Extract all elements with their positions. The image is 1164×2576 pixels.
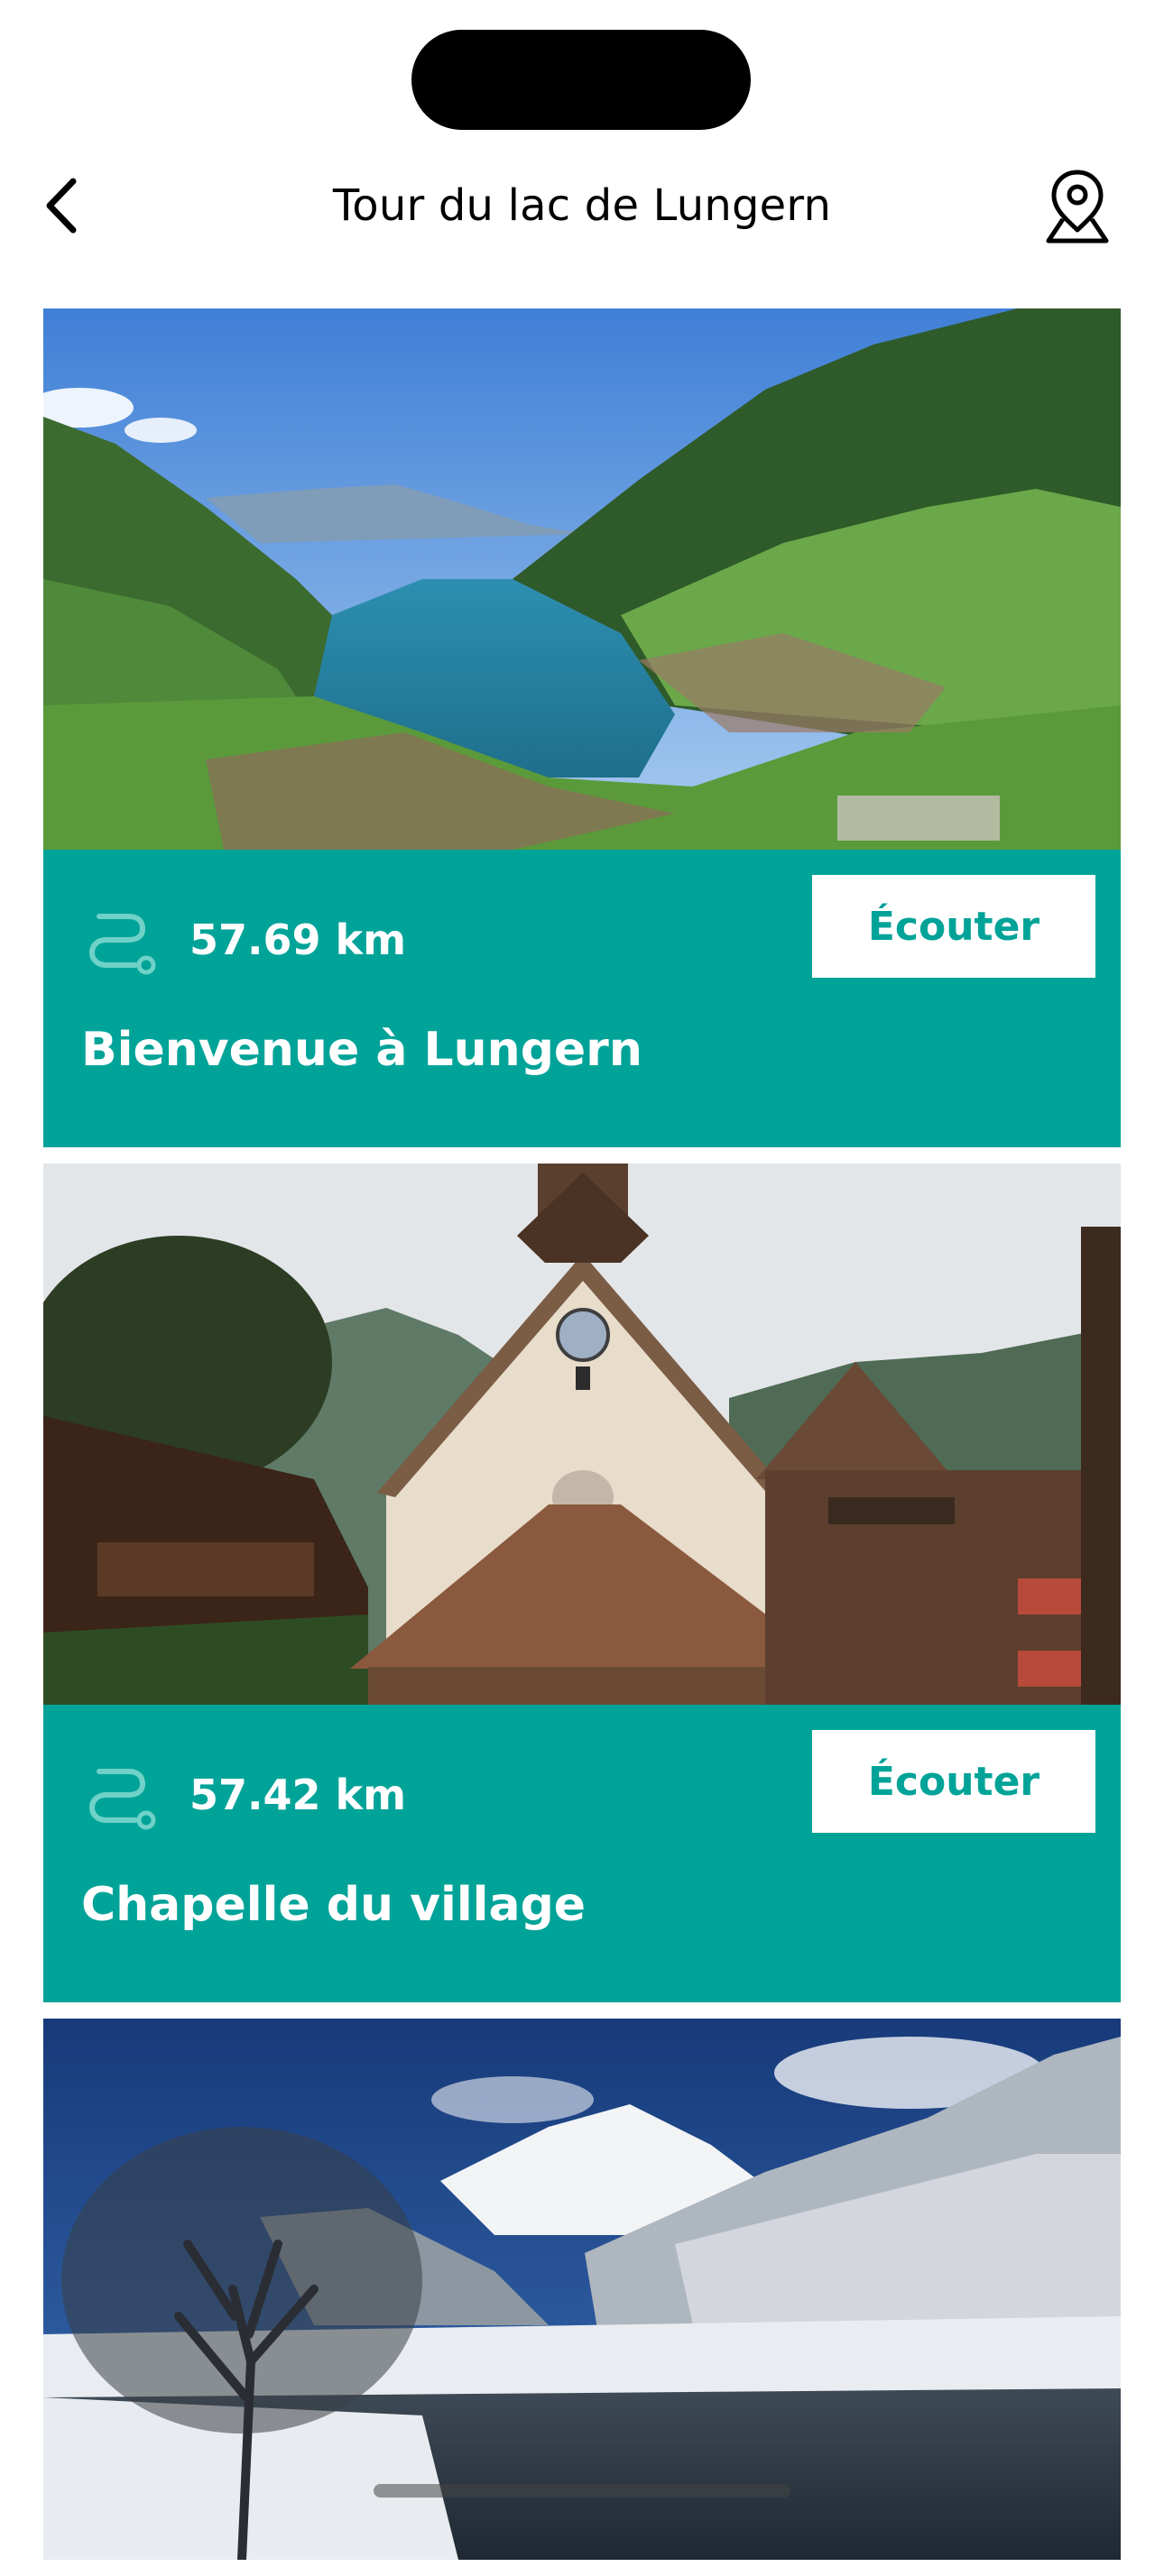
- route-icon: [88, 1769, 156, 1830]
- stop-list: 57.69 km Écouter Bienvenue à Lungern 57.…: [43, 308, 1121, 2576]
- stop-photo-village-chapel[interactable]: [43, 1164, 1121, 1705]
- stop-photo-winter-lake[interactable]: [43, 2019, 1121, 2560]
- back-button[interactable]: [23, 168, 99, 244]
- chevron-left-icon: [46, 178, 77, 234]
- stop-title: Bienvenue à Lungern: [81, 1023, 642, 1077]
- navigation-bar: Tour du lac de Lungern: [0, 153, 1164, 258]
- listen-button[interactable]: Écouter: [812, 1730, 1095, 1833]
- village-chapel-image: [43, 1164, 1121, 1705]
- stop-card[interactable]: 57.42 km Écouter Chapelle du village: [43, 1164, 1121, 2002]
- map-button[interactable]: [1030, 159, 1124, 253]
- listen-button[interactable]: Écouter: [812, 875, 1095, 978]
- stop-card[interactable]: 57.69 km Écouter Bienvenue à Lungern: [43, 308, 1121, 1147]
- page-title: Tour du lac de Lungern: [332, 180, 832, 231]
- route-icon: [88, 914, 156, 975]
- distance-label: 57.42 km: [189, 1771, 407, 1819]
- distance-label: 57.69 km: [189, 915, 407, 964]
- stop-card[interactable]: [43, 2019, 1121, 2560]
- stop-info-panel: 57.69 km Écouter Bienvenue à Lungern: [43, 850, 1121, 1147]
- map-pin-icon: [1046, 170, 1109, 244]
- home-indicator[interactable]: [374, 2484, 790, 2498]
- lake-valley-image: [43, 308, 1121, 850]
- stop-info-panel: 57.42 km Écouter Chapelle du village: [43, 1705, 1121, 2002]
- winter-lake-image: [43, 2019, 1121, 2560]
- stop-title: Chapelle du village: [81, 1878, 587, 1932]
- stop-photo-lake-valley[interactable]: [43, 308, 1121, 850]
- dynamic-island: [411, 30, 751, 130]
